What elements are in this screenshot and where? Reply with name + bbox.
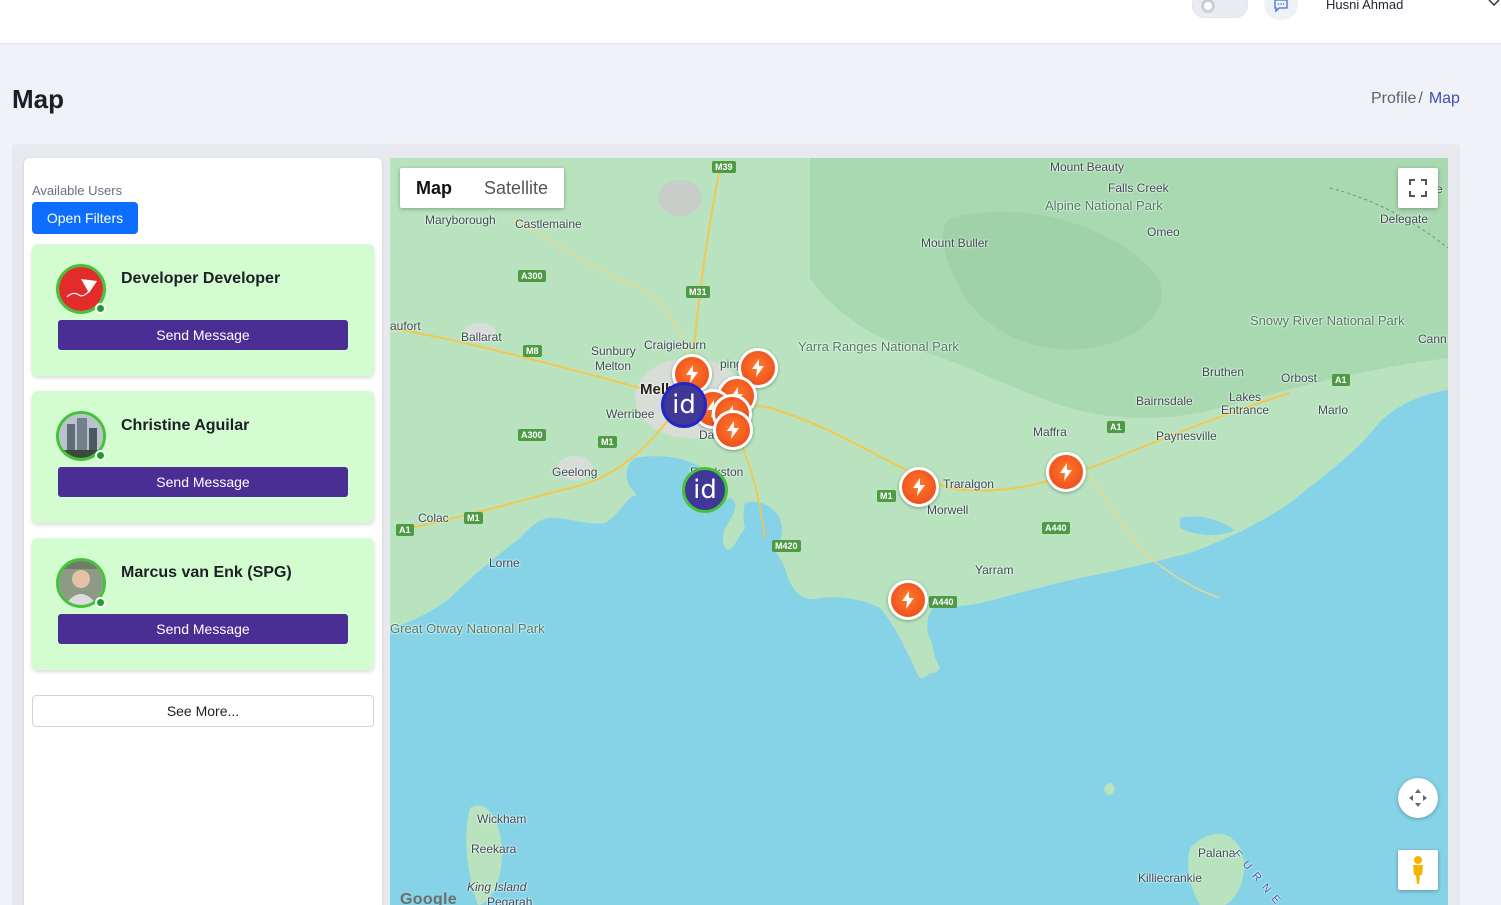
map-label: Werribee [606,407,655,421]
toggle-knob [1201,0,1215,13]
map-type-satellite-button[interactable]: Satellite [468,168,564,208]
map-label: Castlemaine [515,217,582,231]
google-logo: Google [400,891,457,905]
park-label: Alpine National Park [1045,198,1163,213]
park-label: Yarra Ranges National Park [798,339,959,354]
panel-label: Available Users [32,183,123,198]
user-card: Christine Aguilar Send Message [32,391,374,523]
road-shield: M1 [598,436,617,448]
map-label: Killiecrankie [1138,871,1203,885]
road-shield: A440 [929,596,957,608]
user-location-marker[interactable]: id [682,467,728,513]
map-label: Cann [1418,332,1447,346]
online-status-dot [95,450,106,461]
road-shield: M31 [686,286,710,298]
map-label: Bruthen [1202,365,1245,379]
map-label: Geelong [552,465,598,479]
map-label: Falls Creek [1108,181,1169,195]
map-label: Paynesville [1156,429,1217,443]
map-label: Lorne [489,556,520,570]
page-title: Map [12,84,64,114]
map-label: Lakes Entrance [1220,390,1270,417]
road-shield: A440 [1042,522,1070,534]
user-name: Developer Developer [121,270,281,287]
map-label: Morwell [927,503,969,517]
map-label: Ballarat [461,330,502,344]
camera-control-icon[interactable] [1398,778,1438,818]
charger-marker[interactable] [899,467,939,507]
map-label: Delegate [1380,212,1429,226]
user-location-marker[interactable]: id [661,382,707,428]
map-label: Traralgon [943,477,994,491]
map-label: Palana [1198,846,1236,860]
map-label: Wickham [477,812,527,826]
send-message-button[interactable]: Send Message [58,467,348,497]
map-label: Omeo [1147,225,1180,239]
road-shield: M420 [772,540,801,552]
charger-marker[interactable] [888,580,928,620]
map-label: Bairnsdale [1136,394,1193,408]
road-shield: M39 [712,161,736,173]
map-label: Pegarah [487,895,533,905]
user-name: Marcus van Enk (SPG) [121,564,292,581]
user-name: Christine Aguilar [121,417,250,434]
map-label: Maffra [1033,425,1067,439]
top-navbar: Husni Ahmad [0,0,1501,44]
road-shield: M1 [877,490,896,502]
road-shield: A1 [1332,374,1350,386]
map-label: Craigieburn [644,338,707,352]
pegman-icon[interactable] [1398,850,1438,890]
map-label: Mount Beauty [1050,160,1125,174]
user-card: Developer Developer Send Message [32,244,374,376]
breadcrumb-current: Map [1428,90,1460,107]
theme-toggle[interactable] [1192,0,1248,18]
send-message-button[interactable]: Send Message [58,320,348,350]
user-card: Marcus van Enk (SPG) Send Message [32,538,374,670]
map-label: Maryborough [425,213,496,227]
road-shield: M1 [464,512,483,524]
breadcrumb-separator: / [1418,90,1423,107]
map-label: Colac [418,511,449,525]
road-shield: A300 [518,270,546,282]
see-more-button[interactable]: See More... [32,695,374,727]
map-terrain [390,158,1448,905]
breadcrumb-profile[interactable]: Profile [1371,90,1416,107]
map-label: Marlo [1318,403,1349,417]
send-message-button[interactable]: Send Message [58,614,348,644]
road-shield: M8 [523,345,542,357]
user-name[interactable]: Husni Ahmad [1326,0,1403,12]
map-label: Reekara [471,842,517,856]
open-filters-button[interactable]: Open Filters [32,202,138,234]
map-label: Melton [595,359,632,373]
map-label: Orbost [1281,371,1318,385]
online-status-dot [95,597,106,608]
breadcrumb: Profile / Map [1371,90,1460,108]
map-label: Sunbury [591,344,636,358]
road-shield: A1 [1107,421,1125,433]
fullscreen-icon[interactable] [1398,168,1438,208]
park-label: Great Otway National Park [390,621,545,636]
available-users-panel: Available Users Open Filters Developer D… [24,158,382,905]
road-shield: A300 [518,429,546,441]
road-shield: A1 [396,524,414,536]
park-label: Snowy River National Park [1250,313,1405,328]
map-label: Mount Buller [921,236,989,250]
map-type-map-button[interactable]: Map [400,168,468,208]
map-type-control: Map Satellite [400,168,565,208]
map-label: aufort [390,319,421,333]
map-label: Yarram [975,563,1014,577]
chevron-down-icon[interactable] [1488,0,1500,10]
map-label: King Island [467,880,527,894]
chat-icon[interactable] [1264,0,1298,20]
charger-marker[interactable] [1046,452,1086,492]
map-view[interactable]: Maryborough Castlemaine aufort Ballarat … [390,158,1448,905]
charger-marker[interactable] [713,410,753,450]
online-status-dot [95,303,106,314]
